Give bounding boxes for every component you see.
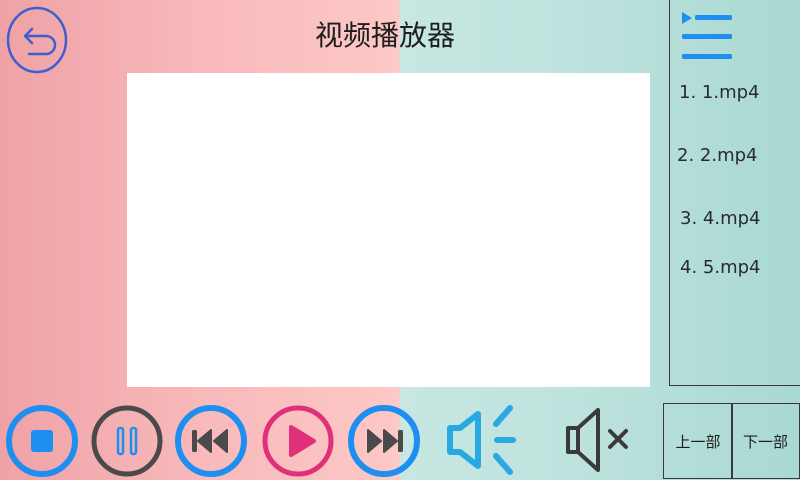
stop-icon	[6, 405, 78, 477]
video-display[interactable]	[127, 73, 650, 387]
playlist-item[interactable]: 4. 5.mp4	[680, 257, 761, 278]
prev-button[interactable]: 上一部	[663, 403, 733, 479]
playlist-item-name: 4.mp4	[702, 208, 761, 229]
volume-on-icon	[447, 405, 516, 475]
playlist-item-index: 1.	[679, 82, 697, 103]
playlist-item-name: 5.mp4	[702, 257, 761, 278]
playlist-item-index: 3.	[680, 208, 698, 229]
rewind-icon	[175, 405, 247, 477]
pause-button[interactable]	[87, 400, 167, 480]
playlist-item-index: 2.	[677, 145, 695, 166]
play-button[interactable]	[258, 400, 338, 480]
pause-icon	[91, 405, 163, 477]
playlist-item-name: 1.mp4	[701, 82, 760, 103]
mute-button[interactable]	[560, 400, 640, 480]
playlist-item[interactable]: 3. 4.mp4	[680, 208, 761, 229]
playlist-item-name: 2.mp4	[699, 145, 758, 166]
next-button[interactable]: 下一部	[731, 403, 800, 479]
stop-button[interactable]	[2, 400, 82, 480]
playlist-menu-icon[interactable]	[680, 10, 734, 64]
page-title: 视频播放器	[314, 19, 455, 52]
play-icon	[262, 405, 334, 477]
fast-forward-button[interactable]	[344, 400, 424, 480]
rewind-button[interactable]	[171, 400, 251, 480]
playlist-item[interactable]: 2. 2.mp4	[677, 145, 758, 166]
volume-button[interactable]	[440, 400, 520, 480]
playlist-item-index: 4.	[680, 257, 698, 278]
playlist-item[interactable]: 1. 1.mp4	[679, 82, 760, 103]
mute-icon	[566, 408, 628, 472]
fast-forward-icon	[348, 405, 420, 477]
